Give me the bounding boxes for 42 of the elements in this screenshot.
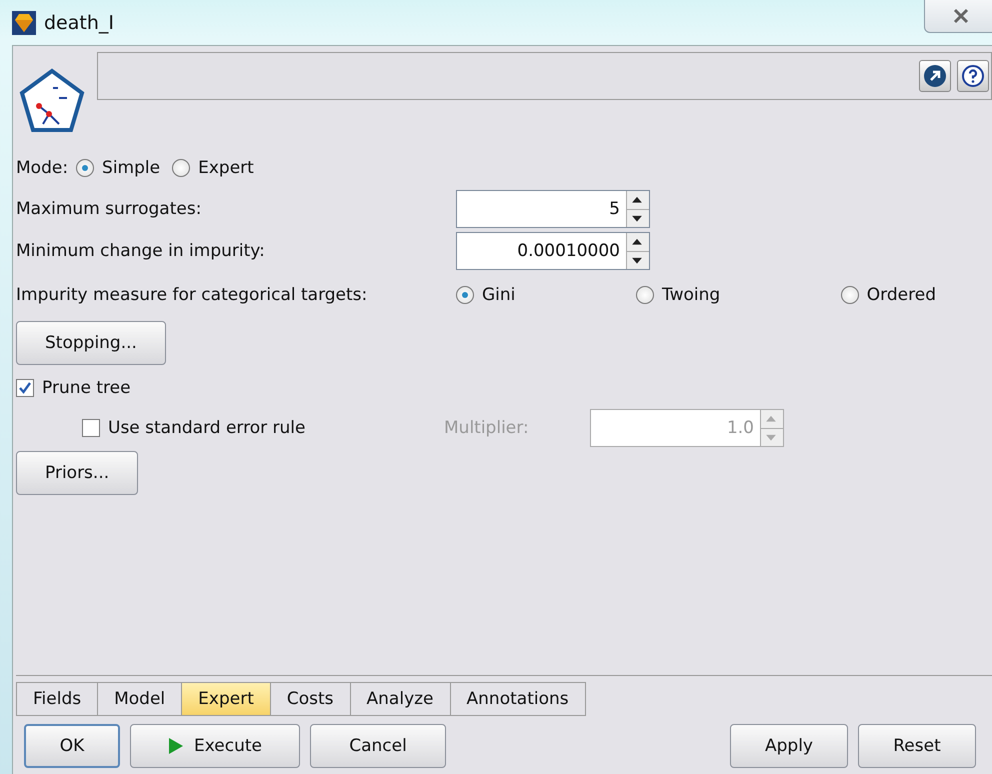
radio-label: Gini [482,285,516,305]
dialog-button[interactable]: Apply [730,724,848,768]
spinner-field[interactable]: 0.00010000 [456,232,650,270]
mode-label: Mode: [16,158,68,178]
radio-label: Twoing [662,285,720,305]
dialog-button[interactable]: Execute [130,724,300,768]
tab[interactable]: Fields [16,682,98,716]
tab[interactable]: Expert [182,682,271,716]
close-icon [951,8,971,24]
spinner-field[interactable]: 5 [456,190,650,228]
radio-label: Expert [198,158,254,178]
radio-label: Ordered [866,285,936,305]
radio-button[interactable] [172,159,190,177]
help-button[interactable] [957,60,989,92]
dialog-button[interactable]: Reset [858,724,976,768]
radio-button[interactable] [76,159,94,177]
stopping-button[interactable]: Stopping... [16,321,166,365]
radio-label: Simple [102,158,160,178]
radio-button[interactable] [456,286,474,304]
tab[interactable]: Analyze [350,682,451,716]
checkbox[interactable] [16,379,34,397]
radio-button[interactable] [840,286,859,304]
tab[interactable]: Annotations [450,682,586,716]
play-icon [168,737,184,755]
priors-button[interactable]: Priors... [16,451,138,495]
window-title: death_I [44,12,114,34]
gem-icon [12,10,36,34]
multiplier-label: Multiplier: [444,418,530,438]
checkbox[interactable] [82,419,100,437]
checkbox-label: Use standard error rule [108,418,306,438]
close-button[interactable] [924,0,992,33]
dialog-button[interactable]: OK [24,724,120,768]
checkbox-label: Prune tree [42,378,131,398]
field-label: Maximum surrogates: [16,199,202,219]
impurity-label: Impurity measure for categorical targets: [16,285,368,305]
dialog-button[interactable]: Cancel [310,724,446,768]
tab[interactable]: Model [98,682,182,716]
field-label: Minimum change in impurity: [16,241,266,261]
preview-button[interactable] [919,60,951,92]
tab[interactable]: Costs [270,682,351,716]
tree-node-icon [19,68,85,134]
radio-button[interactable] [636,286,654,304]
